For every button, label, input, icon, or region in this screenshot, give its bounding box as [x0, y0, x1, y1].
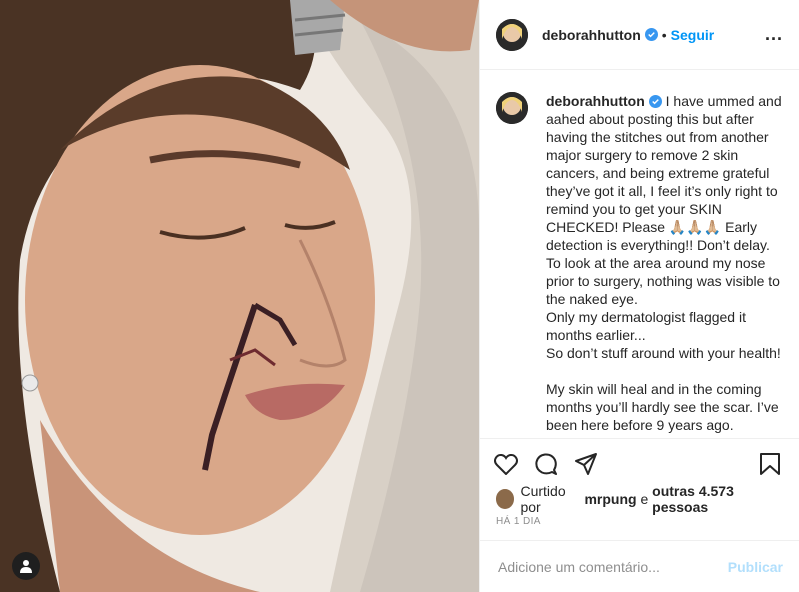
verified-icon [644, 28, 658, 41]
instagram-post: deborahhutton • Seguir ... deborahhutton… [0, 0, 799, 592]
post-header: deborahhutton • Seguir ... [480, 0, 799, 70]
caption-text: I have ummed and aahed about posting thi… [546, 93, 782, 433]
likes-middle: e [636, 491, 653, 507]
user-tag-icon[interactable] [12, 552, 40, 580]
comment-input[interactable] [496, 557, 728, 576]
username[interactable]: deborahhutton [542, 27, 641, 43]
comment-icon[interactable] [534, 451, 560, 477]
caption: deborahhutton I have ummed and aahed abo… [546, 92, 783, 434]
caption-username[interactable]: deborahhutton [546, 93, 645, 109]
publish-button[interactable]: Publicar [728, 559, 783, 575]
likes-row: Curtido por mrpung e outras 4.573 pessoa… [480, 483, 799, 515]
post-image[interactable] [0, 0, 479, 592]
action-bar [480, 438, 799, 488]
avatar[interactable] [496, 18, 528, 51]
liked-by-user[interactable]: mrpung [584, 491, 636, 507]
post-photo [0, 0, 479, 592]
comment-box: Publicar [480, 540, 799, 592]
more-options-icon[interactable]: ... [765, 24, 783, 45]
verified-icon [648, 95, 662, 108]
heart-icon[interactable] [494, 451, 520, 477]
liker-avatar[interactable] [496, 489, 515, 509]
share-icon[interactable] [574, 451, 600, 477]
bookmark-icon[interactable] [759, 451, 785, 477]
post-sidebar: deborahhutton • Seguir ... deborahhutton… [479, 0, 799, 592]
caption-avatar[interactable] [496, 92, 528, 124]
caption-area: deborahhutton I have ummed and aahed abo… [480, 70, 799, 438]
separator-dot: • [661, 26, 667, 43]
follow-button[interactable]: Seguir [671, 27, 715, 43]
post-time[interactable]: HÁ 1 DIA [480, 510, 799, 534]
